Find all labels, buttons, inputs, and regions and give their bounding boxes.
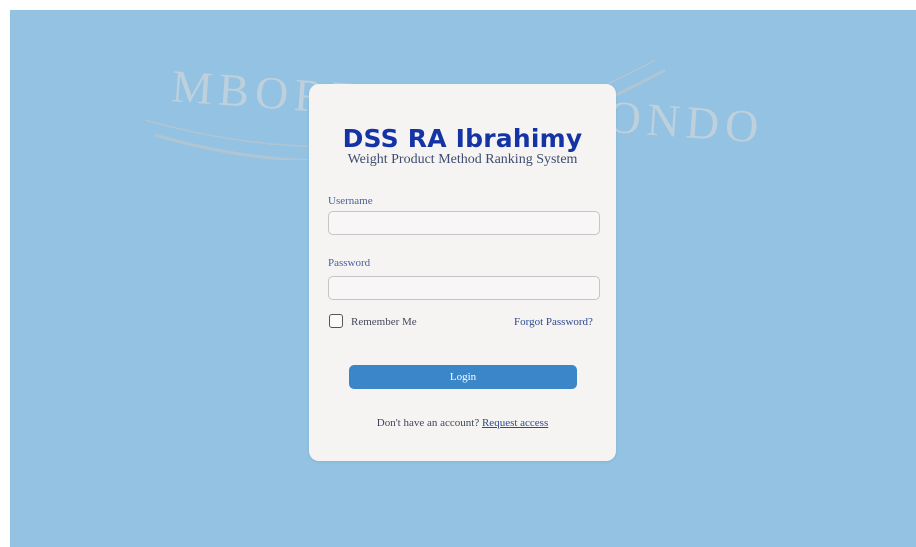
app-subtitle: Weight Product Method Ranking System	[347, 152, 578, 167]
remember-me-checkbox[interactable]	[329, 314, 343, 328]
login-card: DSS RA Ibrahimy Weight Product Method Ra…	[309, 84, 616, 461]
password-input[interactable]	[328, 276, 600, 300]
request-access-link[interactable]: Request access	[482, 417, 548, 429]
username-label: Username	[328, 195, 373, 207]
password-label: Password	[328, 257, 371, 269]
signup-prompt-text: Don't have an account?	[376, 417, 480, 429]
forgot-password-link[interactable]: Forgot Password?	[514, 316, 593, 328]
signup-prompt: Don't have an account? Request access	[309, 417, 616, 429]
login-button[interactable]: Login	[349, 365, 577, 389]
remember-me-label: Remember Me	[351, 316, 417, 328]
username-input[interactable]	[328, 211, 600, 235]
app-title: DSS RA Ibrahimy	[342, 124, 583, 153]
login-page: MBOREJO SITUBONDO DSS RA Ibrahimy Weight…	[0, 0, 916, 547]
